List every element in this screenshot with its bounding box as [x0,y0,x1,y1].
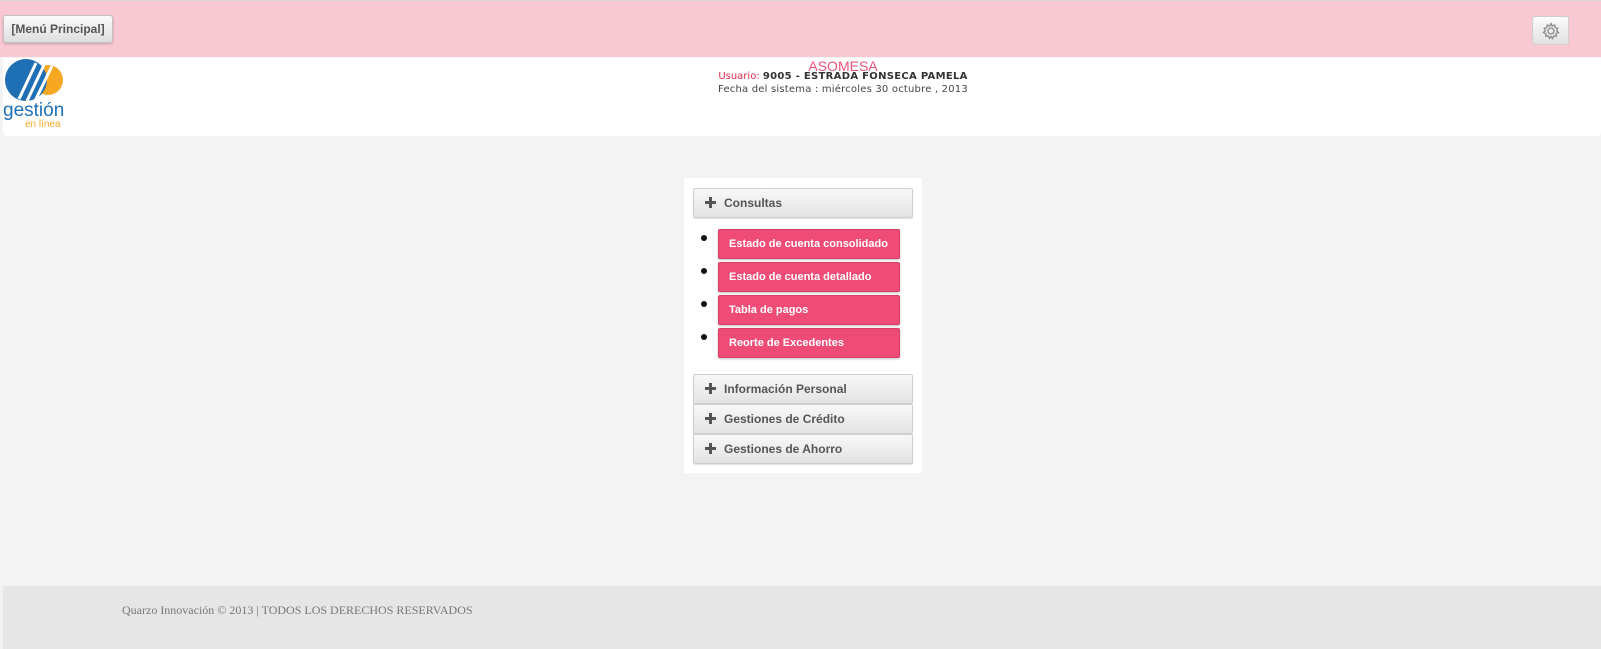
user-label: Usuario: [718,71,760,82]
section-label: Información Personal [724,382,847,396]
bullet [701,235,707,241]
list-item: Reorte de Excedentes [684,328,922,358]
gear-icon [1541,21,1560,40]
section-gestiones-ahorro[interactable]: Gestiones de Ahorro [693,434,913,464]
plus-icon [705,413,717,425]
bullet [701,268,707,274]
menu-panel: Consultas Estado de cuenta consolidado E… [684,178,922,473]
settings-button[interactable] [1532,16,1569,45]
logo-subtitle: en línea [25,119,61,130]
header: gestión en línea ASOMESA Usuario: 9005 -… [3,58,1601,136]
estado-cuenta-consolidado-button[interactable]: Estado de cuenta consolidado [718,229,900,259]
plus-icon [705,197,717,209]
section-informacion-personal[interactable]: Información Personal [693,374,913,404]
user-info: Usuario: 9005 - ESTRADA FONSECA PAMELA [3,70,1601,83]
list-item: Estado de cuenta consolidado [684,229,922,259]
copyright-text: Quarzo Innovación © 2013 | TODOS LOS DER… [122,603,473,617]
section-label: Gestiones de Ahorro [724,442,843,456]
top-bar: [Menú Principal] [0,0,1601,57]
bullet [701,301,707,307]
section-label: Consultas [724,196,783,210]
main-menu-button[interactable]: [Menú Principal] [3,15,113,43]
user-value: 9005 - ESTRADA FONSECA PAMELA [762,71,968,82]
section-label: Gestiones de Crédito [724,412,845,426]
plus-icon [705,383,717,395]
footer: Quarzo Innovación © 2013 | TODOS LOS DER… [3,586,1601,649]
system-date: Fecha del sistema : miércoles 30 octubre… [718,84,968,95]
bullet [701,334,707,340]
logo-title: gestión [3,100,64,121]
list-item: Tabla de pagos [684,295,922,325]
section-consultas[interactable]: Consultas [693,188,913,218]
list-item: Estado de cuenta detallado [684,262,922,292]
plus-icon [705,443,717,455]
section-gestiones-credito[interactable]: Gestiones de Crédito [693,404,913,434]
reporte-excedentes-button[interactable]: Reorte de Excedentes [718,328,900,358]
estado-cuenta-detallado-button[interactable]: Estado de cuenta detallado [718,262,900,292]
tabla-pagos-button[interactable]: Tabla de pagos [718,295,900,325]
